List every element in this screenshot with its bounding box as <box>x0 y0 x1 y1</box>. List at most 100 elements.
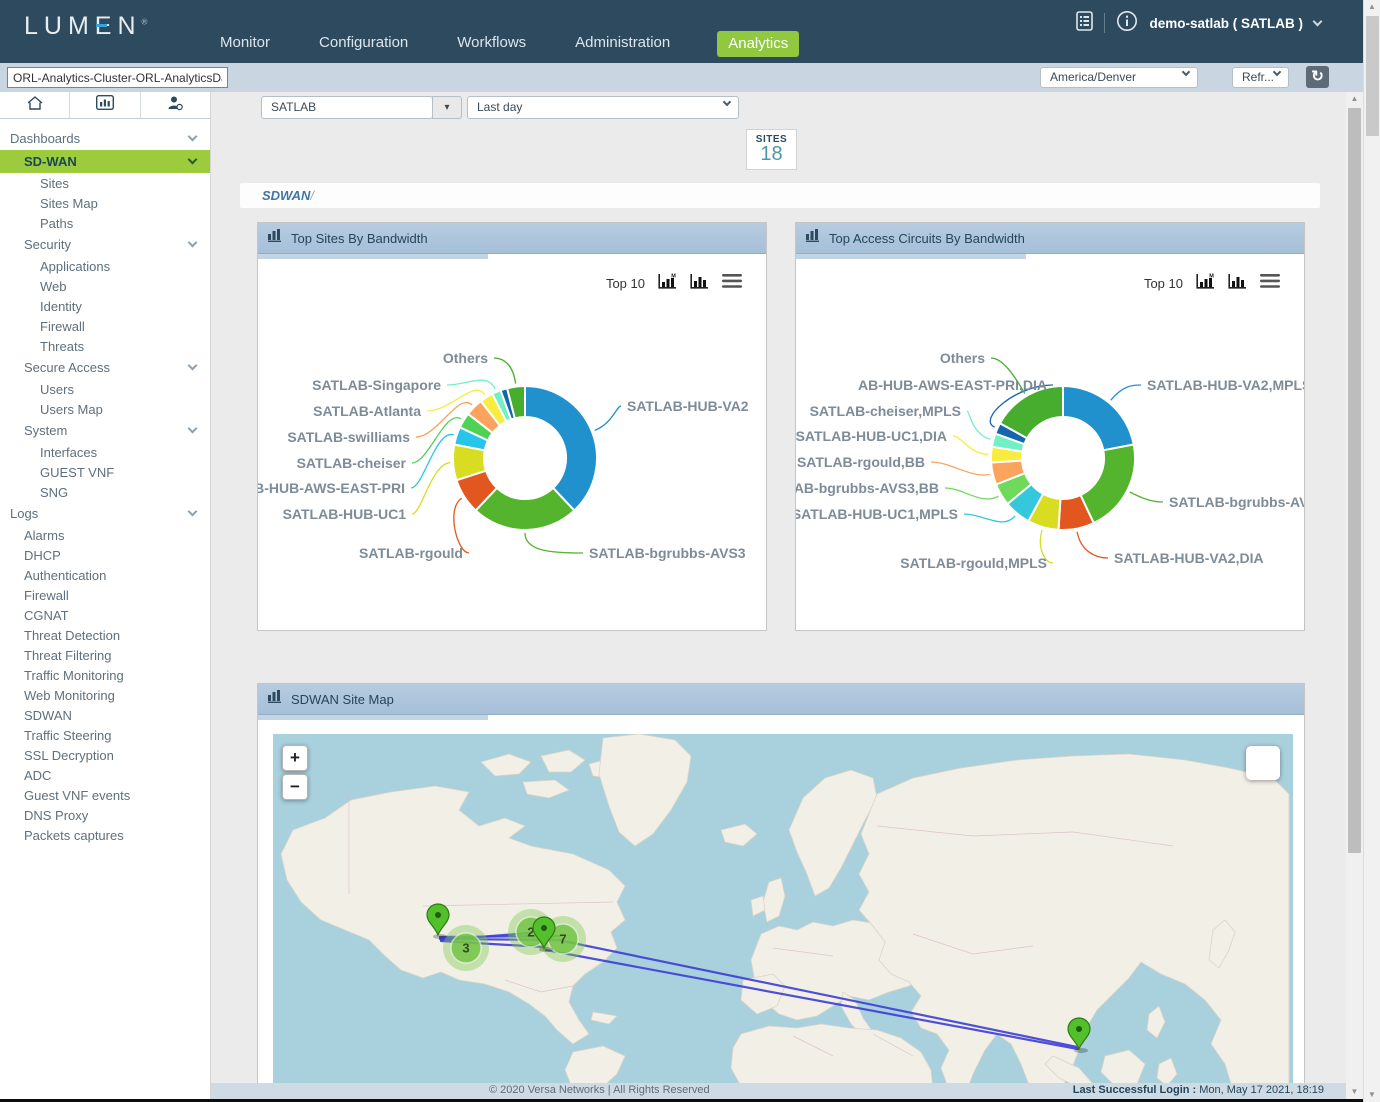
chevron-down-icon <box>188 507 198 517</box>
timezone-select[interactable]: America/Denver <box>1040 67 1198 88</box>
sidebar-item-traffic-steering[interactable]: Traffic Steering <box>0 725 210 745</box>
sidebar-item-label: Guest VNF events <box>24 788 130 803</box>
sidebar-item-label: SD-WAN <box>24 154 77 169</box>
info-icon[interactable] <box>1116 10 1138 37</box>
sidebar-item-applications[interactable]: Applications <box>0 256 210 276</box>
sidebar-item-paths[interactable]: Paths <box>0 213 210 233</box>
report-list-icon[interactable] <box>1076 11 1093 36</box>
scroll-down-arrow[interactable]: ▼ <box>1364 1088 1380 1102</box>
sidebar-item-sites-map[interactable]: Sites Map <box>0 193 210 213</box>
sidebar-item-users[interactable]: Users <box>0 379 210 399</box>
scroll-down-arrow[interactable]: ▼ <box>1346 1085 1363 1099</box>
time-range-select[interactable]: Last day <box>467 96 739 119</box>
sidebar-item-alarms[interactable]: Alarms <box>0 525 210 545</box>
appliance-select[interactable]: SATLAB <box>261 96 433 119</box>
slice-label: SATLAB-HUB-UC1 <box>283 506 407 522</box>
chart-type-monthly-icon[interactable]: M <box>1196 273 1215 294</box>
nav-tab-monitor[interactable]: Monitor <box>218 34 272 63</box>
scroll-up-arrow[interactable]: ▲ <box>1364 0 1380 14</box>
sidebar-item-guest-vnf-events[interactable]: Guest VNF events <box>0 785 210 805</box>
sidebar-item-sng[interactable]: SNG <box>0 482 210 502</box>
top-n-label[interactable]: Top 10 <box>1144 276 1183 291</box>
sidebar-item-label: Sites <box>40 176 69 191</box>
scroll-up-arrow[interactable]: ▲ <box>1346 92 1363 106</box>
donut-slice-satlab-hub-va2-mpls[interactable] <box>1063 386 1134 450</box>
sidebar-item-dashboards[interactable]: Dashboards <box>0 127 210 150</box>
sidebar-item-traffic-monitoring[interactable]: Traffic Monitoring <box>0 665 210 685</box>
sidebar-item-ssl-decryption[interactable]: SSL Decryption <box>0 745 210 765</box>
donut-slice-satlab-hub-va2[interactable] <box>525 386 597 511</box>
sidebar-item-threats[interactable]: Threats <box>0 336 210 356</box>
appliance-dropdown-button[interactable]: ▾ <box>432 96 462 119</box>
sidebar-item-label: Threat Filtering <box>24 648 111 663</box>
nav-tab-analytics[interactable]: Analytics <box>717 31 799 57</box>
copyright-text: © 2020 Versa Networks | All Rights Reser… <box>489 1084 710 1096</box>
sidebar-item-security[interactable]: Security <box>0 233 210 256</box>
chart-type-bar-icon[interactable] <box>1228 273 1247 294</box>
sidebar-item-threat-detection[interactable]: Threat Detection <box>0 625 210 645</box>
sidebar-item-system[interactable]: System <box>0 419 210 442</box>
world-map[interactable]: + − 327 <box>273 734 1293 1090</box>
chevron-down-icon[interactable] <box>1313 16 1323 26</box>
breadcrumb-path[interactable]: SDWAN <box>262 188 310 203</box>
sidebar-item-secure-access[interactable]: Secure Access <box>0 356 210 379</box>
sidebar-item-packets-captures[interactable]: Packets captures <box>0 825 210 845</box>
sidebar-item-label: CGNAT <box>24 608 69 623</box>
sidebar-item-label: SNG <box>40 485 68 500</box>
breadcrumb-separator: / <box>310 188 314 203</box>
sidebar-item-interfaces[interactable]: Interfaces <box>0 442 210 462</box>
tab-admin[interactable] <box>141 92 210 118</box>
sidebar-item-dhcp[interactable]: DHCP <box>0 545 210 565</box>
slice-label: SATLAB-rgould,MPLS <box>900 555 1047 571</box>
nav-tab-administration[interactable]: Administration <box>573 34 672 63</box>
sidebar-item-sdwan[interactable]: SDWAN <box>0 705 210 725</box>
sidebar-item-sites[interactable]: Sites <box>0 173 210 193</box>
sidebar-item-firewall[interactable]: Firewall <box>0 316 210 336</box>
inner-scrollbar[interactable]: ▲ ▼ <box>1346 92 1363 1099</box>
sidebar-item-cgnat[interactable]: CGNAT <box>0 605 210 625</box>
sidebar-item-dns-proxy[interactable]: DNS Proxy <box>0 805 210 825</box>
menu-icon[interactable] <box>722 274 742 293</box>
zoom-out-button[interactable]: − <box>282 774 308 800</box>
sidebar-item-authentication[interactable]: Authentication <box>0 565 210 585</box>
sidebar-item-guest-vnf[interactable]: GUEST VNF <box>0 462 210 482</box>
slice-label: SATLAB-HUB-UC1,DIA <box>796 428 947 444</box>
slice-label: SATLAB-HUB-UC1,MPLS <box>796 506 958 522</box>
user-admin-icon <box>167 95 183 116</box>
refresh-button[interactable]: ↻ <box>1306 66 1329 88</box>
sidebar-item-threat-filtering[interactable]: Threat Filtering <box>0 645 210 665</box>
sidebar-item-users-map[interactable]: Users Map <box>0 399 210 419</box>
sidebar-item-identity[interactable]: Identity <box>0 296 210 316</box>
panel-header: Top Sites By Bandwidth <box>258 223 766 254</box>
sidebar-item-adc[interactable]: ADC <box>0 765 210 785</box>
divider <box>1104 13 1105 33</box>
nav-tab-workflows[interactable]: Workflows <box>455 34 528 63</box>
chart-type-monthly-icon[interactable]: M <box>658 273 677 294</box>
chart-type-bar-icon[interactable] <box>690 273 709 294</box>
bar-chart-icon <box>806 229 821 247</box>
scrollbar-thumb[interactable] <box>1366 16 1379 136</box>
scrollbar-thumb[interactable] <box>1348 108 1361 853</box>
sidebar-item-sd-wan[interactable]: SD-WAN <box>0 150 210 173</box>
outer-scrollbar[interactable]: ▲ ▼ <box>1363 0 1380 1102</box>
cluster-input[interactable] <box>7 67 228 88</box>
label-leader-line <box>945 488 998 499</box>
refresh-interval-select[interactable]: Refr... <box>1232 67 1289 88</box>
sidebar-item-web-monitoring[interactable]: Web Monitoring <box>0 685 210 705</box>
nav-tab-configuration[interactable]: Configuration <box>317 34 410 63</box>
tab-dashboards[interactable] <box>70 92 140 118</box>
top-n-label[interactable]: Top 10 <box>606 276 645 291</box>
sidebar-item-web[interactable]: Web <box>0 276 210 296</box>
sidebar-item-label: Traffic Monitoring <box>24 668 124 683</box>
tab-home[interactable] <box>0 92 70 118</box>
map-layers-button[interactable] <box>1246 746 1280 780</box>
label-leader-line <box>595 406 621 430</box>
sidebar-item-logs[interactable]: Logs <box>0 502 210 525</box>
site-cluster-3[interactable]: 3 <box>443 925 489 971</box>
label-leader-line <box>1111 385 1141 400</box>
menu-icon[interactable] <box>1260 274 1280 293</box>
panel-header: Top Access Circuits By Bandwidth <box>796 223 1304 254</box>
zoom-in-button[interactable]: + <box>282 745 308 771</box>
sidebar-item-firewall[interactable]: Firewall <box>0 585 210 605</box>
user-menu[interactable]: demo-satlab ( SATLAB ) <box>1149 16 1303 31</box>
